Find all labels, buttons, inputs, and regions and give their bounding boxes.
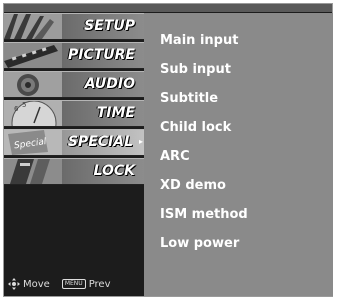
tab-label: TIME bbox=[96, 105, 135, 121]
picture-icon bbox=[4, 43, 62, 68]
chevron-right-icon: ▸ bbox=[138, 137, 143, 146]
tab-picture[interactable]: PICTURE bbox=[4, 42, 144, 69]
tab-lock[interactable]: LOCK bbox=[4, 158, 144, 185]
special-submenu: Main input Sub input Subtitle Child lock… bbox=[144, 13, 333, 296]
submenu-list: Main input Sub input Subtitle Child lock… bbox=[160, 32, 248, 264]
svg-text:6: 6 bbox=[14, 105, 19, 113]
submenu-item-subtitle[interactable]: Subtitle bbox=[160, 90, 248, 119]
svg-text:5: 5 bbox=[22, 101, 26, 109]
tab-label: AUDIO bbox=[84, 76, 135, 92]
tab-special[interactable]: Special SPECIAL ▸ bbox=[4, 129, 144, 156]
time-icon: 6 5 bbox=[4, 101, 62, 126]
tab-audio[interactable]: AUDIO bbox=[4, 71, 144, 98]
submenu-item-arc[interactable]: ARC bbox=[160, 148, 248, 177]
lock-icon bbox=[4, 159, 62, 184]
osd-menu: SETUP PICTURE AUDIO 6 5 TIME Special SPE… bbox=[3, 3, 333, 297]
tab-time[interactable]: 6 5 TIME bbox=[4, 100, 144, 127]
main-menu-tabs: SETUP PICTURE AUDIO 6 5 TIME Special SPE… bbox=[4, 13, 144, 187]
setup-icon bbox=[4, 14, 62, 39]
tab-label: SETUP bbox=[84, 18, 135, 34]
audio-icon bbox=[4, 72, 62, 97]
submenu-item-sub-input[interactable]: Sub input bbox=[160, 61, 248, 90]
move-label: Move bbox=[23, 278, 50, 290]
menu-key-icon: MENU bbox=[61, 279, 86, 289]
submenu-item-main-input[interactable]: Main input bbox=[160, 32, 248, 61]
prev-label: Prev bbox=[88, 278, 111, 290]
tab-label: LOCK bbox=[93, 163, 135, 179]
submenu-item-ism-method[interactable]: ISM method bbox=[160, 206, 248, 235]
submenu-item-child-lock[interactable]: Child lock bbox=[160, 119, 248, 148]
special-icon: Special bbox=[4, 130, 62, 155]
submenu-item-low-power[interactable]: Low power bbox=[160, 235, 248, 264]
tab-label: SPECIAL bbox=[67, 134, 133, 150]
help-bar: Move MENU Prev bbox=[8, 278, 142, 290]
navigation-pad-icon bbox=[8, 278, 20, 290]
tab-setup[interactable]: SETUP bbox=[4, 13, 144, 40]
tab-label: PICTURE bbox=[67, 47, 135, 63]
submenu-item-xd-demo[interactable]: XD demo bbox=[160, 177, 248, 206]
top-bar bbox=[4, 4, 332, 12]
